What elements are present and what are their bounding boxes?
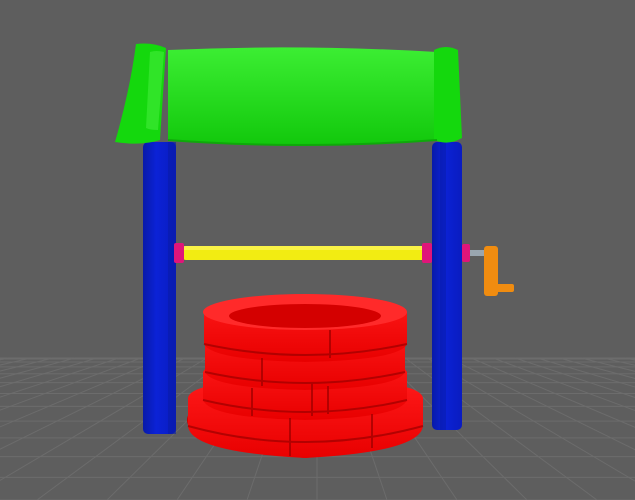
axle-cap-right xyxy=(422,243,432,263)
scene-canvas[interactable] xyxy=(0,0,635,500)
right-post[interactable] xyxy=(432,142,462,430)
grid-line xyxy=(492,357,635,412)
grid-line xyxy=(0,357,142,411)
3d-viewport[interactable] xyxy=(0,0,635,500)
axle-cap-outer xyxy=(462,244,470,262)
grid-line xyxy=(448,357,635,451)
crank-handle[interactable] xyxy=(484,246,514,296)
left-post[interactable] xyxy=(143,142,176,434)
grid-line xyxy=(0,357,10,361)
grid-line xyxy=(558,357,635,379)
grid-line xyxy=(0,357,76,379)
well-wall[interactable] xyxy=(187,294,424,458)
grid-line xyxy=(0,357,120,398)
grid-line xyxy=(514,357,635,398)
roof[interactable] xyxy=(115,43,462,146)
crank-rod xyxy=(470,250,486,256)
grid-line xyxy=(624,357,635,361)
axle-cap-left xyxy=(174,243,184,263)
